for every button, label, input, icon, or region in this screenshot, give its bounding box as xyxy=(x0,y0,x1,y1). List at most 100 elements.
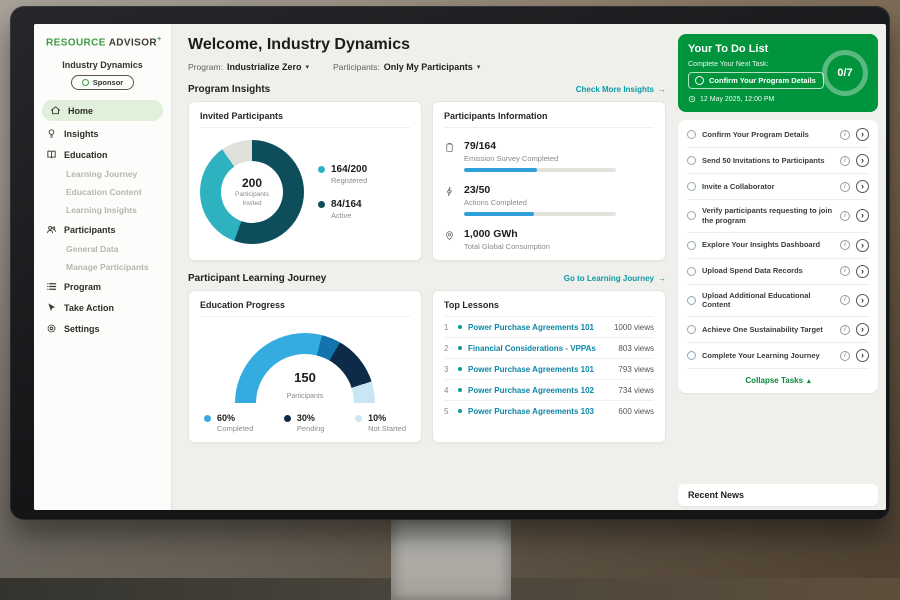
program-filter-value: Industrialize Zero xyxy=(227,62,302,72)
card-title: Top Lessons xyxy=(444,300,654,317)
task-row[interactable]: Explore Your Insights Dashboard i › xyxy=(687,233,869,259)
recent-news-header: Recent News xyxy=(678,484,878,506)
card-title: Participants Information xyxy=(444,111,654,128)
photo-background: RESOURCE ADVISOR+ Industry Dynamics Spon… xyxy=(0,0,900,600)
chevron-right-icon[interactable]: › xyxy=(856,239,869,252)
checkbox-icon[interactable] xyxy=(695,76,704,85)
chevron-right-icon[interactable]: › xyxy=(856,323,869,336)
todo-next-task-label: Confirm Your Program Details xyxy=(709,76,816,85)
checkbox-icon[interactable] xyxy=(687,182,696,191)
sidebar-item-take-action[interactable]: Take Action xyxy=(34,297,171,318)
go-to-learning-journey-link[interactable]: Go to Learning Journey → xyxy=(564,274,666,283)
checkbox-icon[interactable] xyxy=(687,130,696,139)
stat-label: Total Global Consumption xyxy=(464,242,550,251)
chevron-right-icon[interactable]: › xyxy=(856,209,869,222)
task-row[interactable]: Invite a Collaborator i › xyxy=(687,174,869,200)
legend-value: 30% xyxy=(297,413,325,423)
chevron-right-icon[interactable]: › xyxy=(856,180,869,193)
info-icon[interactable]: i xyxy=(840,295,850,305)
sidebar-item-education-content[interactable]: Education Content xyxy=(34,183,171,201)
sidebar-item-settings[interactable]: Settings xyxy=(34,318,171,339)
education-progress-card: Education Progress 150 Participants xyxy=(188,290,422,443)
legend-label: Active xyxy=(331,211,362,220)
collapse-tasks-button[interactable]: Collapse Tasks ▴ xyxy=(687,369,869,393)
chevron-right-icon[interactable]: › xyxy=(856,154,869,167)
legend-label: Completed xyxy=(217,424,253,433)
lesson-title-link[interactable]: Power Purchase Agreements 101 xyxy=(468,365,612,374)
task-row[interactable]: Send 50 Invitations to Participants i › xyxy=(687,148,869,174)
checkbox-icon[interactable] xyxy=(687,325,696,334)
lesson-title-link[interactable]: Power Purchase Agreements 101 xyxy=(468,323,608,332)
sidebar-item-insights[interactable]: Insights xyxy=(34,123,171,144)
list-icon xyxy=(46,281,57,292)
donut-chart: 200 Participants Invited xyxy=(200,140,304,244)
legend-dot-pending xyxy=(284,415,291,422)
info-icon[interactable]: i xyxy=(840,182,850,192)
sidebar-item-education[interactable]: Education xyxy=(34,144,171,165)
sidebar: RESOURCE ADVISOR+ Industry Dynamics Spon… xyxy=(34,24,172,510)
sidebar-item-learning-insights[interactable]: Learning Insights xyxy=(34,201,171,219)
info-icon[interactable]: i xyxy=(840,130,850,140)
chevron-right-icon[interactable]: › xyxy=(856,128,869,141)
checkbox-icon[interactable] xyxy=(687,351,696,360)
info-icon[interactable]: i xyxy=(840,351,850,361)
task-row[interactable]: Complete Your Learning Journey i › xyxy=(687,343,869,369)
learning-journey-header: Participant Learning Journey Go to Learn… xyxy=(188,273,666,284)
todo-next-task[interactable]: Confirm Your Program Details xyxy=(688,72,824,89)
checkbox-icon[interactable] xyxy=(687,241,696,250)
program-filter-label: Program: xyxy=(188,62,223,72)
sidebar-item-learning-journey[interactable]: Learning Journey xyxy=(34,165,171,183)
chevron-right-icon[interactable]: › xyxy=(856,265,869,278)
task-row[interactable]: Upload Additional Educational Content i … xyxy=(687,285,869,318)
task-row[interactable]: Confirm Your Program Details i › xyxy=(687,122,869,148)
lesson-views: 793 views xyxy=(618,365,654,374)
participants-filter[interactable]: Participants: Only My Participants ▾ xyxy=(333,62,480,72)
stat-value: 23/50 xyxy=(464,184,616,196)
progress-bar xyxy=(464,168,616,172)
donut-center-value: 200 xyxy=(242,176,262,190)
lightbulb-icon xyxy=(46,128,57,139)
task-label: Upload Additional Educational Content xyxy=(702,291,834,311)
info-icon[interactable]: i xyxy=(840,325,850,335)
invited-participants-chart: 200 Participants Invited 164/200 Registe xyxy=(200,140,410,244)
lightning-icon xyxy=(444,186,455,197)
sidebar-item-general-data[interactable]: General Data xyxy=(34,240,171,258)
info-icon[interactable]: i xyxy=(840,240,850,250)
todo-panel: Your To Do List Complete Your Next Task:… xyxy=(676,24,886,510)
lesson-row: 5 Power Purchase Agreements 103 600 view… xyxy=(444,401,654,421)
bullet-icon xyxy=(458,388,462,392)
checkbox-icon[interactable] xyxy=(687,296,696,305)
info-icon[interactable]: i xyxy=(840,156,850,166)
info-icon[interactable]: i xyxy=(840,211,850,221)
lesson-title-link[interactable]: Power Purchase Agreements 103 xyxy=(468,407,612,416)
task-label: Upload Spend Data Records xyxy=(702,266,834,276)
stat-actions-completed: 23/50 Actions Completed xyxy=(444,184,654,216)
logo-secondary: ADVISOR xyxy=(109,37,157,48)
checkbox-icon[interactable] xyxy=(687,211,696,220)
chevron-down-icon: ▾ xyxy=(477,63,481,71)
sidebar-item-participants[interactable]: Participants xyxy=(34,219,171,240)
sidebar-item-manage-participants[interactable]: Manage Participants xyxy=(34,258,171,276)
sidebar-item-home[interactable]: Home xyxy=(42,100,163,121)
sidebar-item-program[interactable]: Program xyxy=(34,276,171,297)
chevron-right-icon[interactable]: › xyxy=(856,294,869,307)
lesson-title-link[interactable]: Financial Considerations - VPPAs xyxy=(468,344,612,353)
task-row[interactable]: Achieve One Sustainability Target i › xyxy=(687,317,869,343)
lesson-title-link[interactable]: Power Purchase Agreements 102 xyxy=(468,386,612,395)
legend-item: 10% Not Started xyxy=(355,413,406,433)
top-lessons-card: Top Lessons 1 Power Purchase Agreements … xyxy=(432,290,666,443)
info-icon[interactable]: i xyxy=(840,266,850,276)
check-more-insights-link[interactable]: Check More Insights → xyxy=(576,85,666,94)
task-row[interactable]: Verify participants requesting to join t… xyxy=(687,200,869,233)
chevron-right-icon[interactable]: › xyxy=(856,349,869,362)
sidebar-item-label: Take Action xyxy=(64,303,114,313)
task-row[interactable]: Upload Spend Data Records i › xyxy=(687,259,869,285)
legend-value: 164/200 xyxy=(331,164,367,175)
checkbox-icon[interactable] xyxy=(687,267,696,276)
checkbox-icon[interactable] xyxy=(687,156,696,165)
bullet-icon xyxy=(458,325,462,329)
lesson-views: 600 views xyxy=(618,407,654,416)
logo-primary: RESOURCE xyxy=(46,37,106,48)
legend-value: 84/164 xyxy=(331,199,362,210)
program-filter[interactable]: Program: Industrialize Zero ▾ xyxy=(188,62,309,72)
